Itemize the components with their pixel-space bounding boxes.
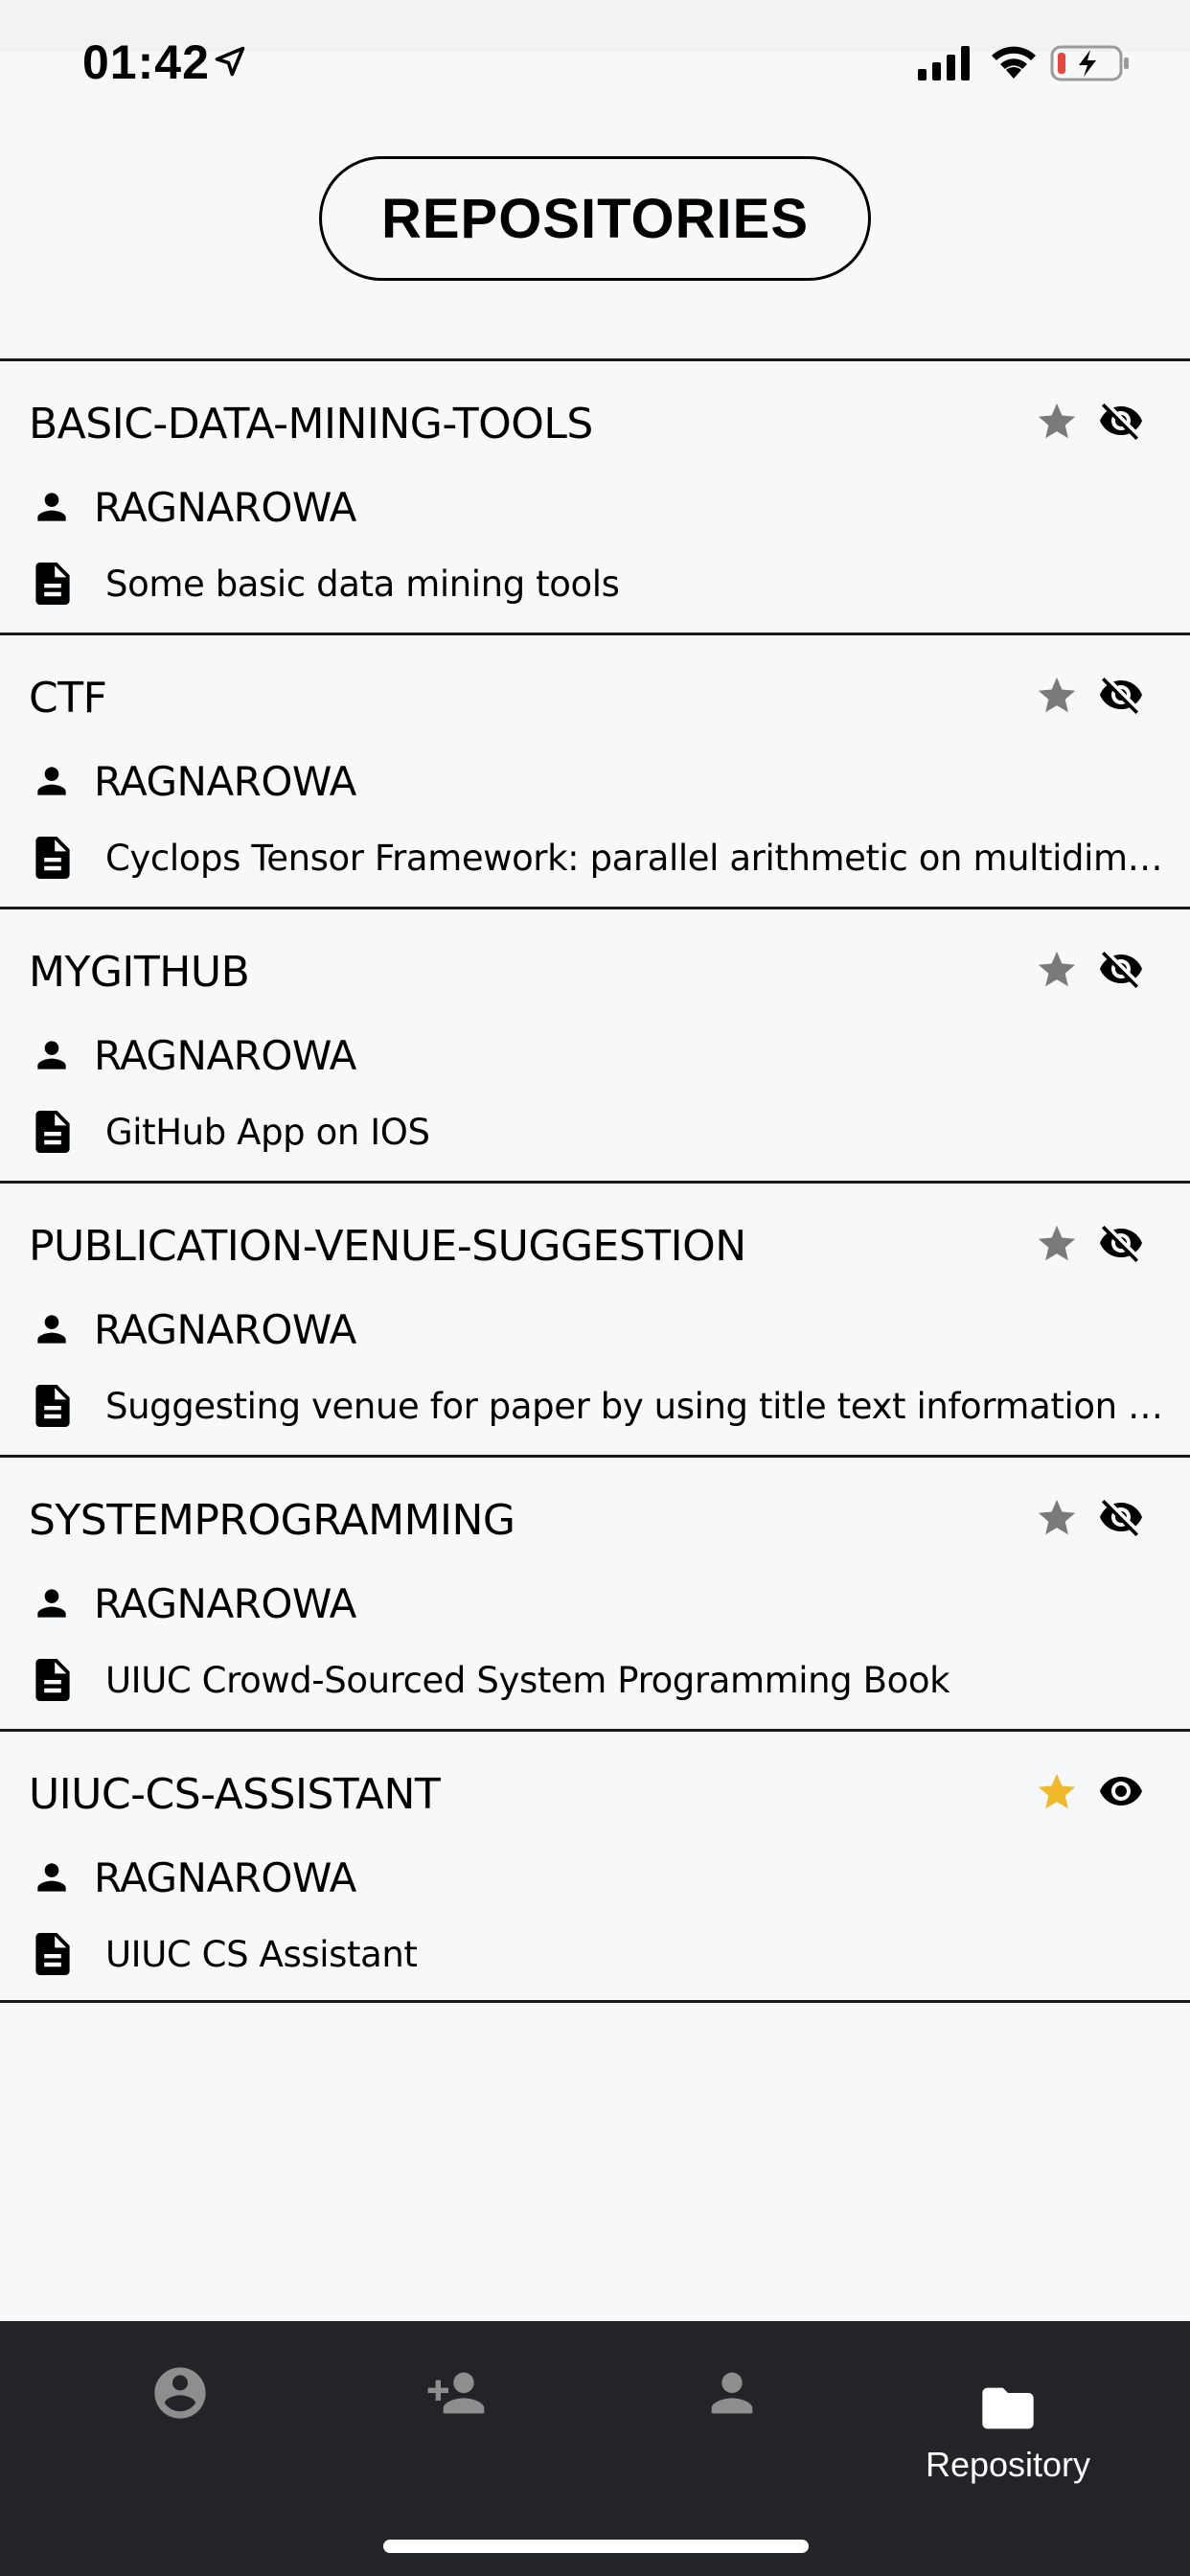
owner-row: RAGNAROWA — [31, 482, 356, 532]
repository-row[interactable]: SYSTEMPROGRAMMING RAGNAROWA UIUC Crowd-S… — [0, 1455, 1190, 1729]
tab-repository[interactable]: Repository — [874, 2359, 1142, 2503]
tab-profile[interactable] — [46, 2321, 314, 2465]
repository-description: Suggesting venue for paper by using titl… — [105, 1385, 1165, 1427]
person-icon — [37, 1589, 66, 1618]
repository-row[interactable]: CTF RAGNAROWA Cyclops Tensor Framework: … — [0, 632, 1190, 907]
tab-followers[interactable] — [598, 2321, 866, 2465]
owner-name: RAGNAROWA — [94, 1853, 356, 1901]
repository-description: GitHub App on IOS — [105, 1111, 430, 1153]
account-circle-icon — [154, 2367, 206, 2419]
page-title: REPOSITORIES — [319, 156, 871, 281]
document-icon — [35, 1659, 70, 1701]
star-icon[interactable] — [1035, 674, 1079, 718]
eye-off-icon[interactable] — [1096, 1220, 1146, 1266]
cellular-signal-icon — [918, 46, 970, 80]
owner-name: RAGNAROWA — [94, 1031, 356, 1079]
eye-off-icon[interactable] — [1096, 672, 1146, 718]
tab-following[interactable] — [322, 2321, 590, 2465]
document-icon — [35, 1933, 70, 1975]
person-icon — [37, 1315, 66, 1344]
repository-row[interactable]: BASIC-DATA-MINING-TOOLS RAGNAROWA Some b… — [0, 358, 1190, 632]
eye-off-icon[interactable] — [1096, 1494, 1146, 1540]
repository-name: PUBLICATION-VENUE-SUGGESTION — [29, 1222, 746, 1271]
repository-row[interactable]: PUBLICATION-VENUE-SUGGESTION RAGNAROWA S… — [0, 1181, 1190, 1455]
repository-row[interactable]: UIUC-CS-ASSISTANT RAGNAROWA UIUC CS Assi… — [0, 1729, 1190, 2003]
repository-name: SYSTEMPROGRAMMING — [29, 1496, 515, 1545]
battery-charging-icon — [1050, 45, 1129, 81]
repository-description: UIUC Crowd-Sourced System Programming Bo… — [105, 1659, 950, 1701]
document-icon — [35, 837, 70, 879]
description-row: Suggesting venue for paper by using titl… — [34, 1381, 1165, 1431]
person-icon — [711, 2372, 753, 2414]
owner-name: RAGNAROWA — [94, 1305, 356, 1353]
star-icon[interactable] — [1035, 948, 1079, 992]
owner-row: RAGNAROWA — [31, 1030, 356, 1080]
repository-name: MYGITHUB — [29, 948, 250, 997]
person-icon — [37, 767, 66, 795]
star-icon[interactable] — [1035, 1222, 1079, 1266]
owner-row: RAGNAROWA — [31, 756, 356, 806]
owner-name: RAGNAROWA — [94, 483, 356, 531]
owner-row: RAGNAROWA — [31, 1852, 356, 1902]
star-icon[interactable] — [1035, 400, 1079, 444]
repository-list: BASIC-DATA-MINING-TOOLS RAGNAROWA Some b… — [0, 358, 1190, 2003]
repository-row[interactable]: MYGITHUB RAGNAROWA GitHub App on IOS — [0, 907, 1190, 1181]
repository-description: Some basic data mining tools — [105, 563, 620, 605]
tab-repository-label: Repository — [925, 2445, 1091, 2484]
repository-name: BASIC-DATA-MINING-TOOLS — [29, 400, 593, 448]
wifi-icon — [992, 46, 1036, 79]
person-add-icon — [427, 2372, 485, 2414]
eye-icon[interactable] — [1096, 1768, 1146, 1814]
repository-description: UIUC CS Assistant — [105, 1933, 418, 1975]
eye-off-icon[interactable] — [1096, 946, 1146, 992]
star-icon[interactable] — [1035, 1496, 1079, 1540]
folder-icon — [982, 2387, 1034, 2429]
person-icon — [37, 1041, 66, 1070]
owner-name: RAGNAROWA — [94, 1579, 356, 1627]
description-row: GitHub App on IOS — [34, 1107, 1165, 1157]
home-indicator[interactable] — [383, 2540, 809, 2553]
status-time: 01:42 — [82, 35, 210, 89]
document-icon — [35, 1111, 70, 1153]
location-arrow-icon — [215, 46, 245, 77]
person-icon — [37, 493, 66, 521]
eye-off-icon[interactable] — [1096, 398, 1146, 444]
repository-name: CTF — [29, 674, 107, 723]
document-icon — [35, 1385, 70, 1427]
owner-row: RAGNAROWA — [31, 1578, 356, 1628]
person-icon — [37, 1863, 66, 1892]
owner-row: RAGNAROWA — [31, 1304, 356, 1354]
tab-bar: Repository — [0, 2321, 1190, 2576]
repository-name: UIUC-CS-ASSISTANT — [29, 1770, 441, 1819]
owner-name: RAGNAROWA — [94, 757, 356, 805]
star-icon[interactable] — [1035, 1770, 1079, 1814]
description-row: Cyclops Tensor Framework: parallel arith… — [34, 833, 1165, 883]
description-row: UIUC CS Assistant — [34, 1929, 1165, 1979]
repository-description: Cyclops Tensor Framework: parallel arith… — [105, 837, 1165, 879]
description-row: Some basic data mining tools — [34, 559, 1165, 609]
document-icon — [35, 563, 70, 605]
description-row: UIUC Crowd-Sourced System Programming Bo… — [34, 1655, 1165, 1705]
